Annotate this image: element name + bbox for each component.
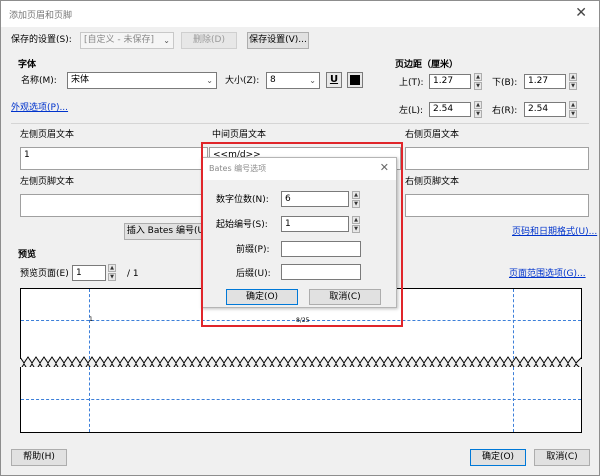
- margin-right-label: 右(R):: [492, 106, 518, 116]
- ok-button[interactable]: 确定(O): [470, 449, 526, 466]
- save-settings-button[interactable]: 保存设置(V)...: [247, 32, 309, 49]
- underline-icon: U: [329, 74, 339, 85]
- font-size-label: 大小(Z):: [225, 76, 260, 86]
- left-header-textbox[interactable]: 1: [20, 147, 208, 170]
- appearance-options-link[interactable]: 外观选项(P)...: [11, 102, 68, 114]
- right-footer-textbox[interactable]: [405, 194, 589, 217]
- chevron-down-icon: ⌄: [163, 36, 170, 45]
- spin-down-icon[interactable]: ▼: [108, 273, 116, 281]
- chevron-down-icon: ⌄: [206, 76, 213, 85]
- margin-left-input[interactable]: 2.54: [429, 102, 471, 117]
- page-range-options-link[interactable]: 页面范围选项(G)...: [509, 268, 586, 280]
- right-margin-guide: [513, 289, 514, 359]
- spin-up-icon[interactable]: ▲: [108, 264, 116, 272]
- saved-settings-select[interactable]: [自定义 - 未保存] ⌄: [80, 32, 174, 49]
- cancel-button[interactable]: 取消(C): [534, 449, 590, 466]
- spin-up-icon[interactable]: ▲: [474, 73, 482, 81]
- spin-up-icon[interactable]: ▲: [569, 73, 577, 81]
- preview-left-header-text: 1: [89, 316, 93, 323]
- preview-group-label: 预览: [18, 250, 37, 260]
- title-bar: 添加页眉和页脚 ✕: [1, 1, 599, 27]
- saved-settings-value: [自定义 - 未保存]: [84, 35, 154, 45]
- page-number-date-link[interactable]: 页码和日期格式(U)...: [512, 226, 597, 238]
- font-size-value: 8: [270, 75, 276, 85]
- spin-down-icon[interactable]: ▼: [474, 82, 482, 90]
- font-name-label: 名称(M):: [21, 76, 57, 86]
- margin-left-spinner[interactable]: ▲ ▼: [474, 101, 482, 118]
- font-group-label: 字体: [18, 60, 37, 70]
- close-icon[interactable]: ✕: [575, 6, 587, 20]
- right-header-label: 右侧页眉文本: [405, 130, 460, 140]
- spin-up-icon[interactable]: ▲: [569, 101, 577, 109]
- margin-top-spinner[interactable]: ▲ ▼: [474, 73, 482, 90]
- spin-up-icon[interactable]: ▲: [474, 101, 482, 109]
- margin-top-input[interactable]: 1.27: [429, 74, 471, 89]
- preview-page-label: 预览页面(E): [20, 269, 69, 279]
- delete-button[interactable]: 删除(D): [181, 32, 237, 49]
- text-color-button[interactable]: [347, 72, 363, 88]
- font-name-value: 宋体: [71, 75, 90, 85]
- margin-bottom-input[interactable]: 1.27: [524, 74, 566, 89]
- preview-page-input[interactable]: 1: [72, 265, 106, 281]
- margin-right-input[interactable]: 2.54: [524, 102, 566, 117]
- font-name-select[interactable]: 宋体 ⌄: [67, 72, 217, 89]
- separator: [11, 123, 589, 124]
- margin-top-label: 上(T):: [399, 78, 424, 88]
- chevron-down-icon: ⌄: [309, 76, 316, 85]
- center-header-label: 中间页眉文本: [212, 130, 267, 140]
- help-button[interactable]: 帮助(H): [11, 449, 67, 466]
- spin-down-icon[interactable]: ▼: [569, 82, 577, 90]
- right-margin-guide: [513, 367, 514, 432]
- margin-bottom-spinner[interactable]: ▲ ▼: [569, 73, 577, 90]
- footer-margin-guide: [21, 399, 581, 400]
- saved-settings-label: 保存的设置(S):: [11, 35, 72, 45]
- left-footer-textbox[interactable]: [20, 194, 208, 217]
- spin-down-icon[interactable]: ▼: [474, 110, 482, 118]
- margin-bottom-label: 下(B):: [492, 78, 518, 88]
- right-footer-label: 右侧页脚文本: [405, 177, 460, 187]
- margin-right-spinner[interactable]: ▲ ▼: [569, 101, 577, 118]
- preview-page-total: / 1: [127, 269, 139, 279]
- margins-group-label: 页边距（厘米）: [395, 60, 459, 70]
- color-swatch-icon: [350, 75, 360, 85]
- preview-page-spinner[interactable]: ▲ ▼: [108, 264, 116, 281]
- underline-button[interactable]: U: [326, 72, 342, 88]
- font-size-select[interactable]: 8 ⌄: [266, 72, 320, 89]
- left-footer-label: 左侧页脚文本: [20, 177, 75, 187]
- right-header-textbox[interactable]: [405, 147, 589, 170]
- spin-down-icon[interactable]: ▼: [569, 110, 577, 118]
- preview-page-bottom: [20, 367, 582, 433]
- margin-left-label: 左(L):: [399, 106, 424, 116]
- highlight-box: [201, 142, 403, 327]
- left-margin-guide: [89, 367, 90, 432]
- window-title: 添加页眉和页脚: [9, 11, 73, 21]
- left-header-label: 左侧页眉文本: [20, 130, 75, 140]
